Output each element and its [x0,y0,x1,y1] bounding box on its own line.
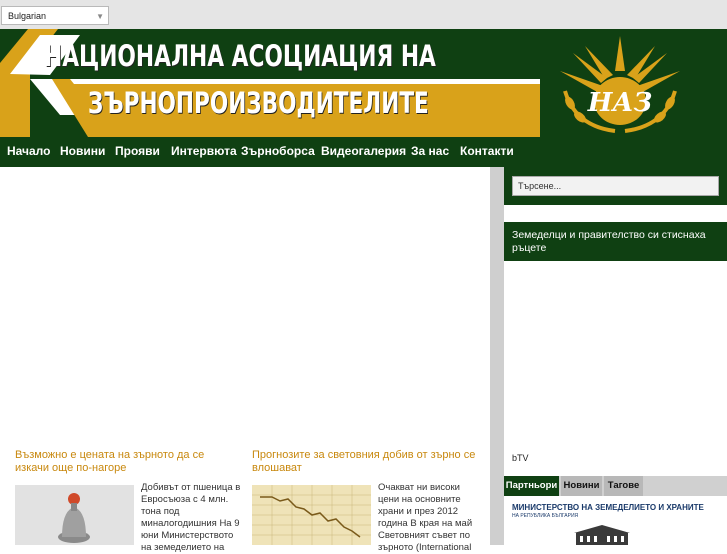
site-header: НАЦИОНАЛНА АСОЦИАЦИЯ НА ЗЪРНОПРОИЗВОДИТЕ… [0,29,727,167]
tab-tags[interactable]: Тагове [604,476,643,496]
article-title-1[interactable]: Възможно е цената на зърното да се изкач… [15,449,230,475]
search-input[interactable]: Търсене... [512,176,719,196]
site-title-line1: НАЦИОНАЛНА АСОЦИАЦИЯ НА [44,39,436,73]
nav-item-news[interactable]: Новини [60,144,105,158]
sidebar-gutter [490,167,504,545]
article-thumbnail-2[interactable] [252,485,371,545]
nav-item-interviews[interactable]: Интервюта [171,144,237,158]
nav-item-video-gallery[interactable]: Видеогалерия [321,144,406,158]
video-title[interactable]: Земеделци и правителство си стиснаха ръц… [512,229,720,255]
nav-item-home[interactable]: Начало [7,144,50,158]
partner-subtitle: НА РЕПУБЛИКА БЪЛГАРИЯ [512,513,579,519]
language-select-value: Bulgarian [8,11,47,21]
content-divider [13,432,467,440]
language-select[interactable]: Bulgarian ▼ [1,6,109,25]
main-navigation: Начало Новини Прояви Интервюта Зърноборс… [0,137,540,167]
sidebar: Търсене... Земеделци и правителство си с… [504,167,727,545]
article-excerpt-1: Добивът от пшеница в Евросъюза с 4 млн. … [141,482,241,553]
top-bar: Bulgarian ▼ [0,0,727,30]
nav-item-about[interactable]: За нас [411,144,449,158]
nav-item-grain-exchange[interactable]: Зърноборса [241,144,315,158]
nav-item-contacts[interactable]: Контакти [460,144,514,158]
article-thumbnail-1[interactable] [15,485,134,545]
ministry-building-icon [574,525,630,545]
partner-banner-ministry[interactable]: МИНИСТЕРСТВО НА ЗЕМЕДЕЛИЕТО И ХРАНИТЕ НА… [512,503,704,545]
tab-news[interactable]: Новини [561,476,602,496]
article-excerpt-2: Очакват ни високи цени на основните хран… [378,482,473,553]
tab-partners[interactable]: Партньори [504,476,559,496]
search-box: Търсене... [504,167,727,205]
video-title-box: Земеделци и правителство си стиснаха ръц… [504,222,727,261]
partner-title: МИНИСТЕРСТВО НА ЗЕМЕДЕЛИЕТО И ХРАНИТЕ [512,503,704,512]
association-logo[interactable]: НАЗ [545,31,695,137]
logo-text: НАЗ [587,88,653,118]
nav-item-events[interactable]: Прояви [115,144,160,158]
chevron-down-icon: ▼ [96,12,104,21]
main-content: Възможно е цената на зърното да се изкач… [0,167,490,553]
sidebar-tabs: Партньори Новини Тагове [504,476,727,496]
video-source: bTV [512,453,529,463]
site-title-line2: ЗЪРНОПРОИЗВОДИТЕЛИТЕ [88,86,429,120]
article-title-2[interactable]: Прогнозите за световния добив от зърно с… [252,449,477,475]
